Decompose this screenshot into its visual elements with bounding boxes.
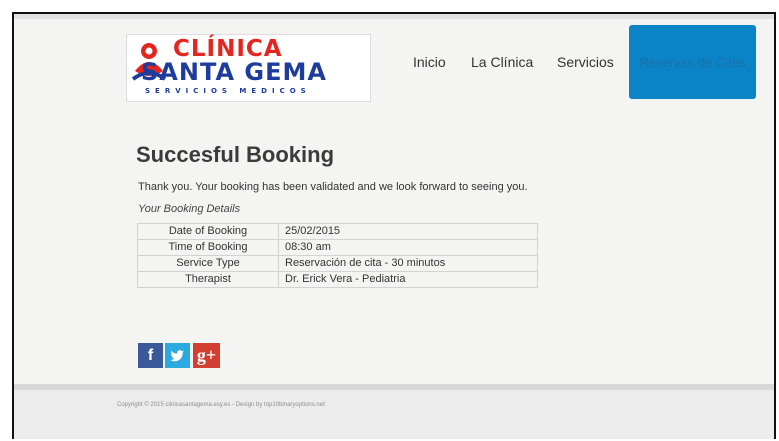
- facebook-icon[interactable]: f: [138, 343, 163, 368]
- row-value: 08:30 am: [278, 239, 538, 256]
- table-row: Date of Booking 25/02/2015: [137, 223, 538, 240]
- table-row: Service Type Reservación de cita - 30 mi…: [137, 255, 538, 272]
- nav-servicios[interactable]: Servicios: [557, 54, 614, 70]
- row-value: 25/02/2015: [278, 223, 538, 240]
- nav-active-label: Reservas de Citas: [639, 55, 746, 70]
- clinic-logo[interactable]: CLÍNICA SANTA GEMA SERVICIOS MEDICOS: [126, 34, 371, 102]
- facebook-glyph: f: [147, 347, 154, 364]
- nav-inicio[interactable]: Inicio: [413, 54, 446, 70]
- logo-subtitle: SANTA GEMA: [141, 58, 327, 86]
- page-title: Succesful Booking: [136, 142, 335, 167]
- booking-details-table: Date of Booking 25/02/2015 Time of Booki…: [137, 223, 538, 288]
- browser-viewport: CLÍNICA SANTA GEMA SERVICIOS MEDICOS Ini…: [12, 12, 776, 439]
- top-border: [14, 14, 774, 19]
- row-label: Time of Booking: [137, 239, 279, 256]
- twitter-icon[interactable]: [165, 343, 190, 368]
- row-value: Dr. Erick Vera - Pediatria: [278, 271, 538, 288]
- logo-tagline: SERVICIOS MEDICOS: [145, 87, 311, 95]
- table-row: Time of Booking 08:30 am: [137, 239, 538, 256]
- row-label: Date of Booking: [137, 223, 279, 240]
- copyright-text: Copyright © 2015 clinicasantagema.esy.es…: [117, 402, 325, 408]
- googleplus-icon[interactable]: g+: [193, 343, 220, 368]
- table-row: Therapist Dr. Erick Vera - Pediatria: [137, 271, 538, 288]
- googleplus-glyph: g+: [196, 345, 217, 365]
- row-label: Service Type: [137, 255, 279, 272]
- nav-la-clinica[interactable]: La Clínica: [471, 54, 533, 70]
- footer: Copyright © 2015 clinicasantagema.esy.es…: [14, 390, 774, 439]
- twitter-bird-icon: [170, 350, 184, 362]
- row-value: Reservación de cita - 30 minutos: [278, 255, 538, 272]
- row-label: Therapist: [137, 271, 279, 288]
- booking-details-label: Your Booking Details: [138, 203, 241, 215]
- nav-reservas-de-citas[interactable]: Reservas de Citas: [629, 25, 756, 99]
- confirmation-message: Thank you. Your booking has been validat…: [138, 181, 528, 193]
